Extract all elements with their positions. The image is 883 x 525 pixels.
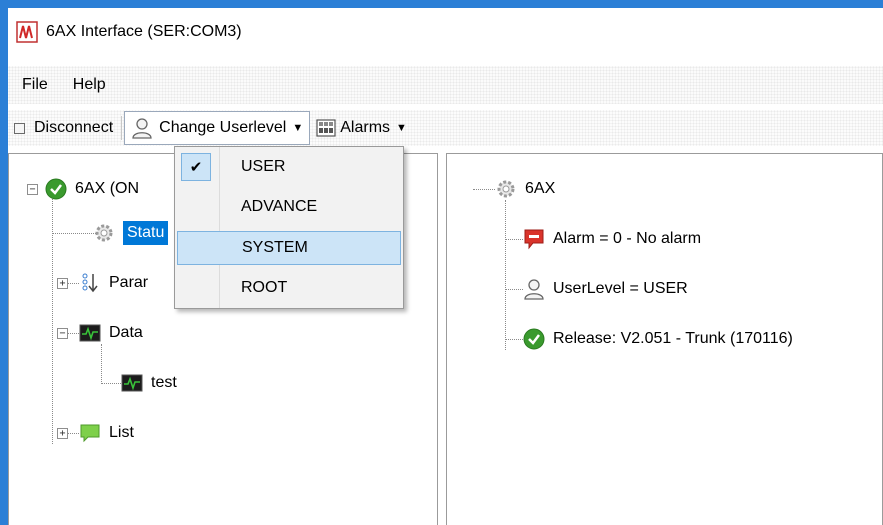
- info-node-label: Release: V2.051 - Trunk (170116): [553, 330, 793, 347]
- alarm-icon: [524, 229, 544, 250]
- right-info-pane[interactable]: 6AX Alarm = 0 - No alarm UserLevel = USE…: [446, 153, 883, 525]
- collapse-toggle[interactable]: −: [27, 184, 38, 195]
- tree-node-label: 6AX (ON: [75, 180, 140, 197]
- tree-connector: [473, 189, 495, 190]
- tree-connector: [52, 194, 53, 444]
- expand-toggle[interactable]: +: [57, 428, 68, 439]
- tree-node-parameters[interactable]: Parar: [79, 268, 148, 298]
- change-userlevel-button[interactable]: Change Userlevel ▼: [124, 111, 311, 145]
- menu-item-user[interactable]: ✔ USER: [177, 150, 401, 184]
- collapse-toggle[interactable]: −: [57, 328, 68, 339]
- alarms-label: Alarms: [340, 119, 391, 136]
- app-logo-icon: [16, 21, 38, 43]
- tree-node-label: List: [109, 424, 134, 441]
- tree-node-test[interactable]: test: [121, 368, 177, 398]
- tree-connector: [505, 239, 523, 240]
- info-node-label: Alarm = 0 - No alarm: [553, 230, 702, 247]
- toolbar: Disconnect Change Userlevel ▼ Alarms ▼: [8, 110, 883, 146]
- tree-connector: [505, 339, 523, 340]
- userlevel-dropdown-menu: ✔ USER ADVANCE SYSTEM ROOT: [174, 146, 404, 309]
- dropdown-arrow-icon: ▼: [396, 122, 407, 134]
- toolbar-separator: [121, 116, 123, 140]
- user-icon: [132, 118, 152, 139]
- info-node-alarm[interactable]: Alarm = 0 - No alarm: [523, 224, 701, 254]
- alarms-button[interactable]: Alarms ▼: [310, 113, 413, 143]
- menu-bar: File Help: [8, 66, 883, 104]
- monitor-icon: [121, 374, 143, 392]
- disconnect-icon: [14, 122, 25, 134]
- speech-bubble-icon: [80, 424, 100, 443]
- tree-node-label: Data: [109, 324, 143, 341]
- menu-item-label: ROOT: [241, 279, 288, 296]
- tree-connector: [52, 233, 96, 234]
- user-icon: [524, 279, 544, 300]
- monitor-icon: [79, 324, 101, 342]
- tree-node-list[interactable]: List: [79, 418, 134, 448]
- tree-node-label: Parar: [109, 274, 149, 291]
- menu-item-root[interactable]: ROOT: [177, 271, 401, 305]
- expand-toggle[interactable]: +: [57, 278, 68, 289]
- menu-item-system[interactable]: SYSTEM: [177, 231, 401, 265]
- menu-file[interactable]: File: [8, 76, 59, 94]
- menu-item-label: SYSTEM: [242, 239, 308, 256]
- tree-node-label: Statu: [123, 221, 169, 245]
- ok-check-icon: [45, 178, 67, 200]
- alarm-panel-icon: [316, 119, 336, 137]
- info-node-6ax[interactable]: 6AX: [495, 174, 555, 204]
- menu-item-advance[interactable]: ADVANCE: [177, 190, 401, 224]
- tree-node-label: test: [151, 374, 177, 391]
- title-bar: 6AX Interface (SER:COM3): [8, 8, 883, 56]
- ok-check-icon: [523, 328, 545, 350]
- tree-node-data[interactable]: Data: [79, 318, 143, 348]
- tree-connector: [101, 344, 102, 384]
- menu-item-label: ADVANCE: [241, 198, 318, 215]
- parameters-icon: [82, 273, 98, 293]
- tree-connector: [505, 200, 506, 350]
- dropdown-arrow-icon: ▼: [292, 122, 304, 134]
- tree-connector: [101, 383, 121, 384]
- tree-node-status[interactable]: Statu: [93, 218, 169, 248]
- gear-icon: [497, 180, 515, 198]
- disconnect-button[interactable]: Disconnect: [8, 113, 119, 143]
- info-node-label: UserLevel = USER: [553, 280, 688, 297]
- menu-item-label: USER: [241, 158, 286, 175]
- change-userlevel-label: Change Userlevel: [159, 119, 287, 136]
- tree-connector: [505, 289, 523, 290]
- tree-node-6ax[interactable]: 6AX (ON: [45, 174, 139, 204]
- info-node-userlevel[interactable]: UserLevel = USER: [523, 274, 688, 304]
- info-node-release[interactable]: Release: V2.051 - Trunk (170116): [523, 324, 793, 354]
- menu-help[interactable]: Help: [59, 76, 117, 94]
- app-window: 6AX Interface (SER:COM3) File Help Disco…: [0, 0, 883, 525]
- window-title: 6AX Interface (SER:COM3): [46, 23, 242, 40]
- check-icon: ✔: [181, 153, 211, 181]
- gear-icon: [95, 224, 113, 242]
- info-node-label: 6AX: [525, 180, 556, 197]
- disconnect-label: Disconnect: [34, 119, 114, 136]
